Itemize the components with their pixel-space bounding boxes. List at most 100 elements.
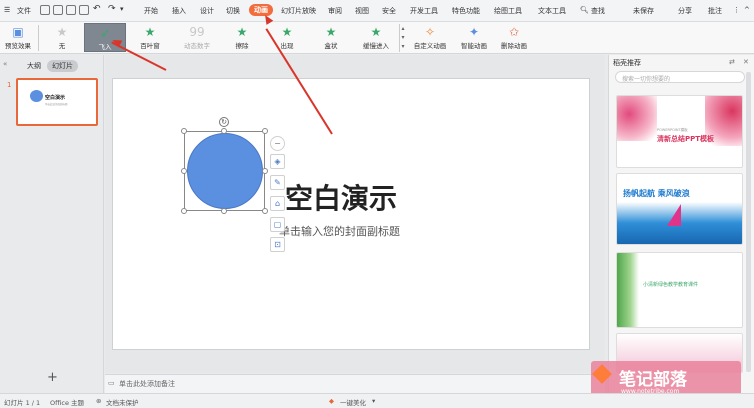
template-card-1[interactable]: POWERPOINT模板 清新总结PPT模板 [616,95,743,168]
slide-number: 1 [7,81,12,89]
blinds-star-icon: ★ [144,25,156,39]
preview-icon: ▣ [12,25,24,39]
resize-handle[interactable] [262,168,268,174]
preview-icon[interactable] [79,5,89,15]
crop-icon[interactable]: ⊡ [270,237,285,252]
slide-canvas[interactable]: 空白演示 单击输入您的封面副标题 [112,78,590,350]
pane-scrollbar[interactable] [746,72,751,372]
redo-icon[interactable]: ↷ [108,4,116,14]
fill-icon[interactable]: ▢ [270,217,285,232]
beautify-chevron-icon[interactable]: ▾ [372,397,375,405]
search-placeholder: 搜索一切你想要的 [622,76,671,83]
slide-subtitle[interactable]: 单击输入您的封面副标题 [279,223,400,239]
effect-blinds[interactable]: ★ 百叶窗 [129,23,171,52]
layers-icon[interactable]: ◈ [270,154,285,169]
pane-title: 稻壳推荐 [613,59,641,67]
menu-item-insert[interactable]: 插入 [172,6,186,16]
collapse-panel-icon[interactable]: « [3,60,7,68]
template-card-2[interactable]: 扬帆起航 乘风破浪 [616,173,743,245]
undo-icon[interactable]: ↶ [93,4,101,14]
blue-ellipse-shape[interactable] [187,133,263,209]
delete-animation-button[interactable]: ✩ 删除动画 [497,23,531,52]
custom-animation-button[interactable]: ✧ 自定义动画 [410,23,450,52]
star-icon: ★ [56,25,68,39]
rotate-handle-icon[interactable]: ↻ [219,117,229,127]
menu-more-icon[interactable]: ⋮ [733,6,740,14]
collapse-icon[interactable]: ^ [744,6,750,14]
preview-effect-button[interactable]: ▣ 预览效果 [2,23,34,52]
resize-handle[interactable] [181,128,187,134]
ribbon-divider [38,25,39,51]
notes-bar[interactable]: ▭ 单击此处添加备注 [105,374,605,393]
thumb-subtitle: 单击此处添加副标题 [45,103,68,106]
status-bar: 幻灯片 1 / 1 Office 主题 ⊛ 文档未保护 ◆ 一键美化 ▾ [0,393,754,408]
effect-box[interactable]: ★ 盒状 [310,23,352,52]
menu-item-design[interactable]: 设计 [200,6,214,16]
menu-item-dev-tools[interactable]: 开发工具 [410,6,438,16]
resize-handle[interactable] [181,208,187,214]
menu-item-review[interactable]: 审阅 [328,6,342,16]
hamburger-icon[interactable]: ☰ [4,6,10,14]
effect-wipe[interactable]: ★ 擦除 [222,23,262,52]
resize-handle[interactable] [262,208,268,214]
notes-icon: ▭ [108,379,115,387]
theme-name[interactable]: Office 主题 [50,397,84,407]
slide-thumbnail[interactable]: 空白演示 单击此处添加副标题 [16,78,98,126]
share-button[interactable]: 分享 [678,6,692,16]
menu-item-text-tools[interactable]: 文本工具 [538,6,566,16]
resize-handle[interactable] [181,168,187,174]
thumb-title: 空白演示 [45,95,66,101]
search-label[interactable]: 查找 [591,6,605,16]
template-2-sail [667,204,681,226]
thumb-ellipse [30,90,43,102]
menu-bar: ☰ 文件 ↶ ↷ ▾ 开始 插入 设计 切换 动画 幻灯片放映 审阅 视图 安全… [0,0,754,22]
effects-scroll[interactable]: ▴ ▾ ▾ [399,24,406,52]
add-slide-button[interactable]: + [47,370,58,385]
menu-item-transition[interactable]: 切换 [226,6,240,16]
box-star-icon: ★ [325,25,337,39]
search-icon[interactable]: 🔍︎ [580,6,589,14]
watermark-logo-icon [592,364,612,384]
more-icon[interactable]: ▾ [120,5,124,13]
effect-dynamic-number[interactable]: 99 动态数字 [174,23,220,52]
wipe-star-icon: ★ [236,25,248,39]
smart-animation-button[interactable]: ✦ 智能动画 [453,23,495,52]
dynamic-number-icon: 99 [189,25,205,39]
menu-item-slideshow[interactable]: 幻灯片放映 [281,6,316,16]
collapse-tools-icon[interactable]: − [270,136,285,151]
notes-placeholder[interactable]: 单击此处添加备注 [119,379,175,389]
pane-close-icon[interactable]: ✕ [743,58,749,66]
pen-icon[interactable]: ✎ [270,175,285,190]
effect-slow-enter[interactable]: ★ 缓慢进入 [354,23,398,52]
menu-item-security[interactable]: 安全 [382,6,396,16]
shape-outline-icon[interactable]: ⌂ [270,196,285,211]
slow-enter-star-icon: ★ [370,25,382,39]
protect-status[interactable]: 文档未保护 [106,397,139,407]
template-1-title: 清新总结PPT模板 [657,135,715,143]
smart-animation-icon: ✦ [468,25,480,39]
resize-handle[interactable] [262,128,268,134]
template-card-3[interactable]: 小清新绿色教学教育课件 [616,252,743,328]
resize-handle[interactable] [221,208,227,214]
beautify-button[interactable]: 一键美化 [340,397,366,407]
tab-outline[interactable]: 大纲 [22,60,46,72]
export-icon[interactable] [53,5,63,15]
resize-handle[interactable] [221,128,227,134]
slide-title[interactable]: 空白演示 [285,177,397,217]
print-icon[interactable] [66,5,76,15]
unsaved-status[interactable]: 未保存 [633,6,654,16]
template-search-input[interactable]: 搜索一切你想要的 [615,71,745,83]
menu-item-features[interactable]: 特色功能 [452,6,480,16]
pane-settings-icon[interactable]: ⇄ [729,58,735,66]
template-1-flowers [617,96,657,141]
beautify-icon: ◆ [329,397,334,405]
menu-file[interactable]: 文件 [17,6,31,16]
menu-item-drawing-tools[interactable]: 绘图工具 [494,6,522,16]
menu-item-view[interactable]: 视图 [355,6,369,16]
effect-none[interactable]: ★ 无 [42,23,82,52]
tab-slides[interactable]: 幻灯片 [47,60,78,72]
menu-item-home[interactable]: 开始 [144,6,158,16]
comment-button[interactable]: 批注 [708,6,722,16]
save-icon[interactable] [40,5,50,15]
watermark-name: 笔记部落 [619,370,687,390]
